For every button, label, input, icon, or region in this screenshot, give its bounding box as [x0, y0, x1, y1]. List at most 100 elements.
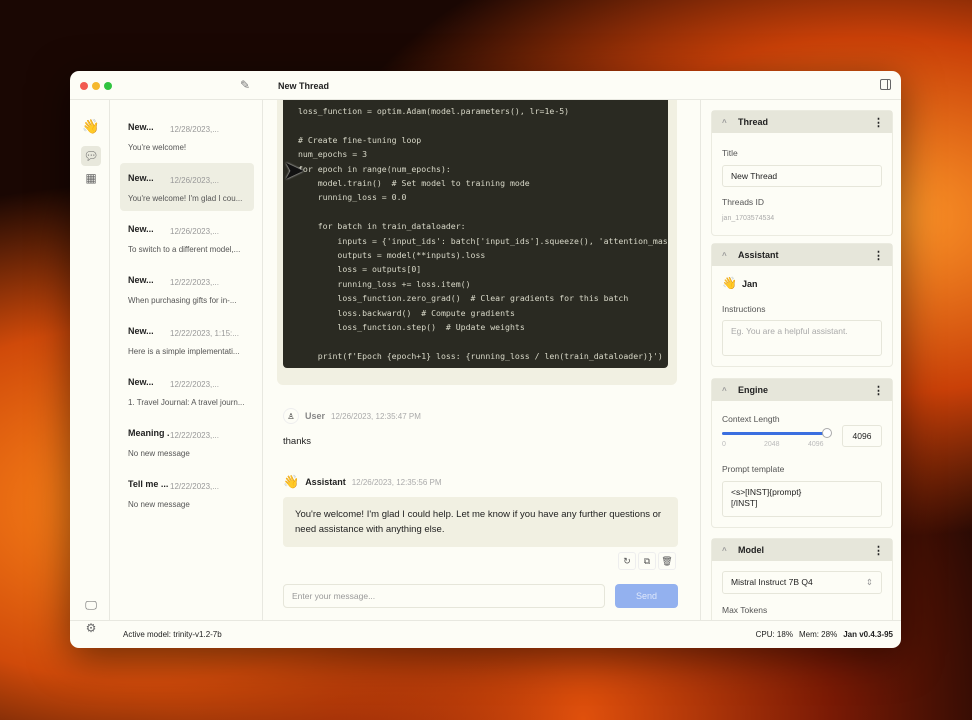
- window-title: New Thread: [278, 81, 330, 91]
- section-title: Thread: [738, 117, 769, 127]
- context-length-slider[interactable]: [722, 428, 832, 438]
- thread-preview: When purchasing gifts for in-...: [128, 296, 237, 305]
- model-select[interactable]: Mistral Instruct 7B Q4 ⇕: [722, 571, 882, 594]
- thread-item[interactable]: New... 12/22/2023,... 1. Travel Journal: A…: [120, 367, 254, 415]
- thread-preview: 1. Travel Journal: A travel journ...: [128, 398, 245, 407]
- minimize-button[interactable]: [92, 82, 100, 90]
- thread-title-input[interactable]: New Thread: [722, 165, 882, 187]
- thread-item[interactable]: Tell me ... 12/22/2023,... No new message: [120, 469, 254, 517]
- thread-item[interactable]: Meaning ...12/22/2023,... No new message: [120, 418, 254, 466]
- user-avatar-icon: ♙: [283, 408, 299, 424]
- copy-icon[interactable]: ⧉: [638, 552, 656, 570]
- message-input[interactable]: Enter your message...: [283, 584, 605, 608]
- slider-fill: [722, 432, 827, 435]
- user-message-text: thanks: [283, 436, 311, 447]
- chevron-up-icon: ^: [722, 545, 727, 555]
- message-time: 12/26/2023, 12:35:56 PM: [351, 477, 442, 487]
- mem-usage: Mem: 28%: [798, 630, 838, 639]
- new-thread-edit-icon[interactable]: ✎: [240, 78, 250, 92]
- chat-area: loss_function = optim.Adam(model.paramet…: [263, 100, 700, 620]
- assistant-message-text: You're welcome! I'm glad I could help. L…: [283, 497, 678, 547]
- thread-item[interactable]: New... 12/26/2023,... To switch to a diffe…: [120, 214, 254, 262]
- assistant-hand-icon: 👋: [722, 276, 737, 290]
- jan-logo-hand-icon: 👋: [82, 117, 100, 134]
- select-chevron-icon: ⇕: [865, 577, 873, 587]
- assistant-message-header: 👋 Assistant 12/26/2023, 12:35:56 PM: [283, 474, 442, 490]
- chevron-up-icon: ^: [722, 385, 727, 395]
- thread-section-header[interactable]: ^ Thread ⋮: [712, 111, 892, 133]
- assistant-section: ^ Assistant ⋮ 👋 Jan Instructions Eg. You a…: [711, 243, 893, 367]
- close-button[interactable]: [80, 82, 88, 90]
- thread-date: 12/22/2023, 1:15:...: [170, 329, 239, 338]
- more-vertical-icon[interactable]: ⋮: [873, 384, 884, 397]
- chat-icon[interactable]: 💬︎: [81, 146, 101, 166]
- model-select-value: Mistral Instruct 7B Q4: [731, 577, 813, 587]
- title-label: Title: [722, 148, 738, 158]
- thread-item[interactable]: New... 12/26/2023,... You're welcome! I'm …: [120, 163, 254, 211]
- model-section-header[interactable]: ^ Model ⋮: [712, 539, 892, 561]
- maximize-button[interactable]: [104, 82, 112, 90]
- thread-list: New... 12/28/2023,... You're welcome! New..…: [110, 100, 263, 620]
- more-vertical-icon[interactable]: ⋮: [873, 249, 884, 262]
- titlebar: ✎ New Thread: [70, 71, 901, 100]
- thread-date: 12/26/2023,...: [170, 176, 219, 185]
- thread-name: New...: [128, 173, 154, 183]
- thread-date: 12/22/2023,...: [170, 278, 219, 287]
- mouse-cursor-icon: ➤: [283, 155, 305, 185]
- system-monitor-icon[interactable]: 🖵: [81, 595, 101, 615]
- thread-preview: Here is a simple implementati...: [128, 347, 240, 356]
- thread-id-value: jan_1703574534: [722, 215, 775, 222]
- more-vertical-icon[interactable]: ⋮: [873, 544, 884, 557]
- thread-preview: You're welcome!: [128, 143, 187, 152]
- regenerate-icon[interactable]: ↻: [618, 552, 636, 570]
- thread-date: 12/28/2023,...: [170, 125, 219, 134]
- assistant-avatar-hand-icon: 👋: [283, 474, 300, 489]
- icon-rail: 👋 💬︎ ▦ 🖵 ⚙: [70, 100, 110, 635]
- instructions-label: Instructions: [722, 304, 766, 314]
- thread-date: 12/22/2023,...: [170, 431, 219, 440]
- status-bar: Active model: trinity-v1.2-7b CPU: 18% M…: [70, 620, 901, 648]
- toggle-panel-icon[interactable]: [880, 79, 891, 90]
- model-section: ^ Model ⋮ Mistral Instruct 7B Q4 ⇕ Max Toke…: [711, 538, 893, 620]
- thread-name: New...: [128, 122, 154, 132]
- app-version: Jan v0.4.3-95: [843, 630, 893, 639]
- delete-trash-icon[interactable]: 🗑︎: [658, 552, 676, 570]
- thread-item[interactable]: New... 12/22/2023, 1:15:... Here is a simp…: [120, 316, 254, 364]
- hub-grid-icon[interactable]: ▦: [81, 168, 101, 188]
- cpu-usage: CPU: 18%: [755, 630, 793, 639]
- more-vertical-icon[interactable]: ⋮: [873, 116, 884, 129]
- context-length-input[interactable]: 4096: [842, 425, 882, 447]
- prompt-template-textarea[interactable]: <s>[INST]{prompt} [/INST]: [722, 481, 882, 517]
- thread-name: New...: [128, 224, 154, 234]
- chevron-up-icon: ^: [722, 117, 727, 127]
- slider-thumb[interactable]: [822, 428, 832, 438]
- slider-tick: 2048: [764, 441, 780, 448]
- section-title: Engine: [738, 385, 769, 395]
- thread-name: Tell me ...: [128, 479, 169, 489]
- chevron-up-icon: ^: [722, 250, 727, 260]
- thread-date: 12/22/2023,...: [170, 380, 219, 389]
- thread-preview: No new message: [128, 449, 190, 458]
- thread-date: 12/22/2023,...: [170, 482, 219, 491]
- thread-preview: To switch to a different model,...: [128, 245, 241, 254]
- instructions-textarea[interactable]: Eg. You are a helpful assistant.: [722, 320, 882, 356]
- send-button[interactable]: Send: [615, 584, 678, 608]
- thread-name: New...: [128, 275, 154, 285]
- thread-name: New...: [128, 326, 154, 336]
- message-actions: ↻ ⧉ 🗑︎: [618, 552, 676, 570]
- assistant-section-header[interactable]: ^ Assistant ⋮: [712, 244, 892, 266]
- assistant-name: Assistant: [305, 477, 346, 487]
- thread-section: ^ Thread ⋮ Title New Thread Threads ID jan…: [711, 110, 893, 236]
- assistant-name: Jan: [742, 279, 758, 289]
- section-title: Assistant: [738, 250, 779, 260]
- thread-item[interactable]: New... 12/28/2023,... You're welcome!: [120, 112, 254, 160]
- thread-id-label: Threads ID: [722, 197, 765, 207]
- section-title: Model: [738, 545, 764, 555]
- thread-date: 12/26/2023,...: [170, 227, 219, 236]
- engine-section-header[interactable]: ^ Engine ⋮: [712, 379, 892, 401]
- user-name: User: [305, 411, 326, 421]
- thread-item[interactable]: New... 12/22/2023,... When purchasing gift…: [120, 265, 254, 313]
- slider-tick: 4096: [808, 441, 824, 448]
- engine-section: ^ Engine ⋮ Context Length 0 2048 4096 4096…: [711, 378, 893, 528]
- max-tokens-label: Max Tokens: [722, 605, 768, 615]
